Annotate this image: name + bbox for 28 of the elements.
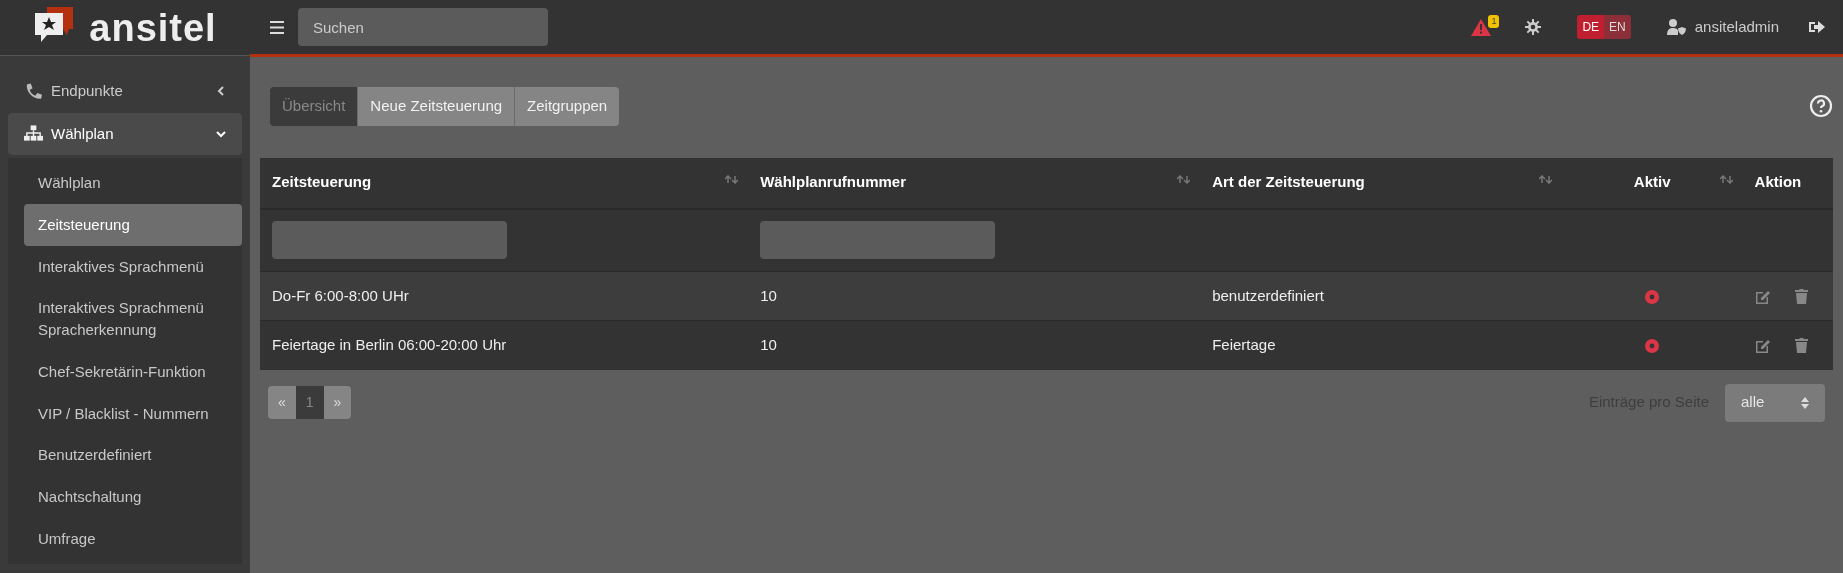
language-option[interactable]: EN <box>1604 15 1631 39</box>
user-name[interactable]: ansiteladmin <box>1694 15 1779 39</box>
table-cell: benutzerdefiniert <box>1212 286 1324 304</box>
column-header[interactable]: Aktiv <box>1633 171 1671 194</box>
alert-count-badge: 1 <box>1488 14 1500 28</box>
submenu-item[interactable]: Interaktives Sprachmenü Spracherkennung <box>24 287 242 351</box>
submenu-item[interactable]: Nachtschaltung <box>24 476 242 518</box>
submenu-item[interactable]: VIP / Blacklist - Nummern <box>24 392 242 435</box>
sidebar-item[interactable]: Wählplan <box>8 112 242 155</box>
column-header[interactable]: Art der Zeitsteuerung <box>1212 171 1365 194</box>
submenu-item[interactable]: Interaktives Sprachmenü <box>24 245 242 288</box>
submenu-item[interactable]: Umfrage <box>24 517 242 560</box>
submenu-item[interactable]: Benutzerdefiniert <box>24 434 242 476</box>
table-cell: 10 <box>760 286 777 304</box>
column-header[interactable]: Aktion <box>1754 171 1802 194</box>
table-cell: Feiertage in Berlin 06:00-20:00 Uhr <box>272 336 507 353</box>
table-cell: 10 <box>760 336 777 353</box>
column-header[interactable]: Wählplanrufnummer <box>760 171 906 194</box>
column-header[interactable]: Zeitsteuerung <box>272 171 372 194</box>
table-cell: Do-Fr 6:00-8:00 UHr <box>272 286 409 304</box>
submenu-item[interactable]: Wählplan <box>24 162 242 204</box>
language-option[interactable]: DE <box>1577 15 1605 39</box>
sidebar-item[interactable]: Endpunkte <box>8 70 242 113</box>
search-field[interactable]: Suchen <box>298 8 548 46</box>
submenu-item[interactable]: Chef-Sekretärin-Funktion <box>24 350 242 393</box>
submenu-item[interactable]: Zeitsteuerung <box>24 203 242 246</box>
brand-name: ansitel <box>89 8 217 47</box>
table-cell: Feiertage <box>1212 336 1276 353</box>
